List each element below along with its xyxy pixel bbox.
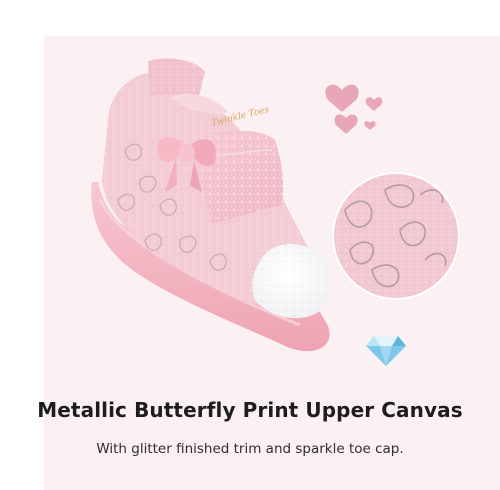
description: With glitter finished trim and sparkle t… <box>96 441 404 457</box>
product-illustration: Twinkle Toes <box>91 58 460 366</box>
detail-circle <box>332 172 460 300</box>
heart-icon <box>325 84 359 112</box>
diamond-icon <box>366 336 406 366</box>
heart-icon <box>365 97 383 111</box>
heart-icon <box>334 114 358 134</box>
heart-icon <box>364 121 376 130</box>
headline: Metallic Butterfly Print Upper Canvas <box>37 398 463 422</box>
